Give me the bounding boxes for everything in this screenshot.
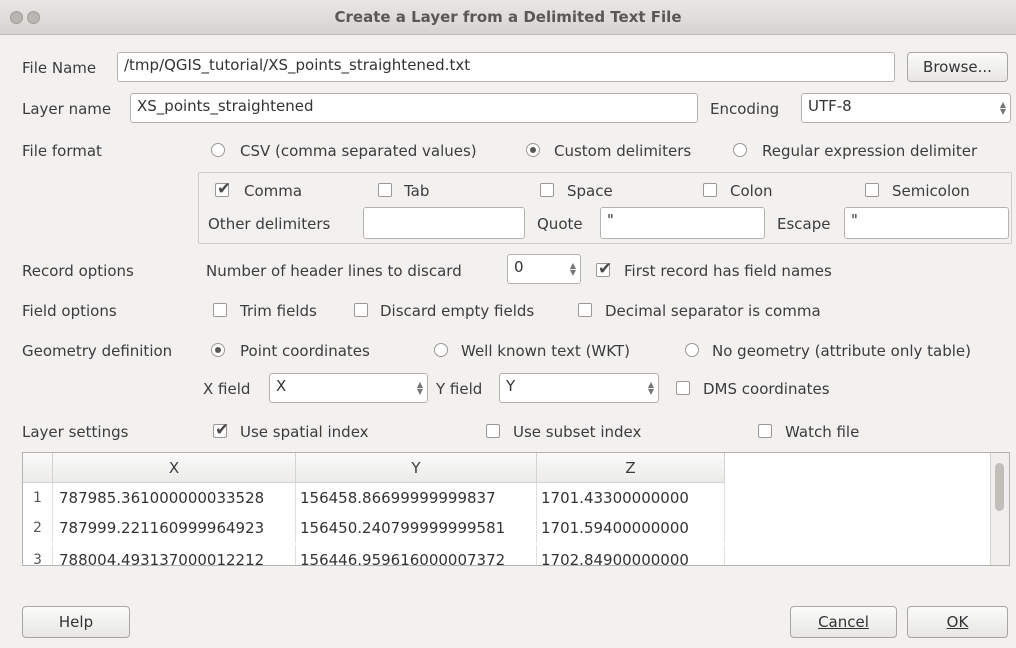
radio-point-coordinates[interactable]: [211, 343, 225, 357]
y-field-select[interactable]: Y ▲ ▼: [499, 373, 659, 403]
preview-table[interactable]: X Y Z 1 787985.361000000033528 156458.86…: [22, 452, 1010, 566]
encoding-label: Encoding: [710, 100, 780, 118]
row-number: 3: [23, 545, 53, 565]
watch-file-label: Watch file: [785, 423, 860, 441]
encoding-select[interactable]: UTF-8 ▲ ▼: [801, 93, 1011, 123]
x-field-select[interactable]: X ▲ ▼: [269, 373, 428, 403]
check-dms-coordinates[interactable]: [676, 381, 690, 395]
file-name-input[interactable]: /tmp/QGIS_tutorial/XS_points_straightene…: [117, 52, 895, 82]
check-comma[interactable]: [215, 179, 231, 199]
cancel-button[interactable]: Cancel: [790, 606, 897, 638]
check-semicolon-label: Semicolon: [892, 182, 970, 200]
geometry-definition-label: Geometry definition: [22, 342, 173, 360]
y-field-value: Y: [506, 377, 516, 395]
check-trim-fields[interactable]: [213, 303, 227, 317]
table-corner: [23, 453, 53, 483]
check-spatial-index[interactable]: [213, 420, 229, 440]
decimal-comma-label: Decimal separator is comma: [605, 302, 821, 320]
updown-arrow-icon: ▲ ▼: [416, 380, 423, 396]
radio-point-coordinates-label: Point coordinates: [240, 342, 370, 360]
trim-fields-label: Trim fields: [240, 302, 317, 320]
dms-coordinates-label: DMS coordinates: [703, 380, 830, 398]
record-options-label: Record options: [22, 262, 134, 280]
radio-no-geometry[interactable]: [685, 343, 699, 357]
check-space-label: Space: [567, 182, 613, 200]
browse-button[interactable]: Browse...: [907, 52, 1008, 82]
column-header-z[interactable]: Z: [537, 453, 725, 483]
check-comma-label: Comma: [244, 182, 303, 200]
radio-no-geometry-label: No geometry (attribute only table): [712, 342, 972, 360]
spatial-index-label: Use spatial index: [240, 423, 369, 441]
y-field-label: Y field: [436, 380, 483, 398]
row-number: 1: [23, 483, 53, 513]
file-format-label: File format: [22, 142, 102, 160]
escape-label: Escape: [777, 215, 831, 233]
cell-y: 156446.959616000007372: [296, 545, 537, 565]
radio-wkt[interactable]: [434, 343, 448, 357]
header-lines-spinbox[interactable]: 0 ▲ ▼: [507, 254, 581, 284]
radio-wkt-label: Well known text (WKT): [461, 342, 630, 360]
radio-csv-label: CSV (comma separated values): [240, 142, 477, 160]
layer-settings-label: Layer settings: [22, 423, 129, 441]
check-colon-label: Colon: [730, 182, 773, 200]
cell-y: 156450.240799999999581: [296, 513, 537, 543]
dialog-window: Create a Layer from a Delimited Text Fil…: [0, 0, 1016, 648]
file-name-label: File Name: [22, 59, 97, 77]
cell-z: 1701.59400000000: [537, 513, 725, 543]
x-field-value: X: [276, 377, 287, 395]
window-title: Create a Layer from a Delimited Text Fil…: [334, 8, 682, 26]
row-number: 2: [23, 513, 53, 543]
check-first-record-field-names[interactable]: [596, 259, 612, 279]
cell-z: 1701.43300000000: [537, 483, 725, 513]
check-decimal-comma[interactable]: [578, 303, 592, 317]
radio-custom-delimiters-label: Custom delimiters: [554, 142, 692, 160]
cell-z: 1702.84900000000: [537, 545, 725, 565]
layer-name-label: Layer name: [22, 100, 112, 118]
discard-empty-label: Discard empty fields: [380, 302, 535, 320]
check-watch-file[interactable]: [758, 424, 772, 438]
radio-csv[interactable]: [211, 143, 225, 157]
check-subset-index[interactable]: [486, 424, 500, 438]
cell-x: 787999.221160999964923: [53, 513, 296, 543]
first-record-label: First record has field names: [624, 262, 832, 280]
layer-name-input[interactable]: XS_points_straightened: [130, 93, 698, 123]
column-header-y[interactable]: Y: [296, 453, 537, 483]
subset-index-label: Use subset index: [513, 423, 642, 441]
other-delimiters-label: Other delimiters: [208, 215, 331, 233]
ok-button[interactable]: OK: [907, 606, 1008, 638]
table-scrollbar[interactable]: [990, 453, 1009, 565]
radio-custom-delimiters[interactable]: [526, 143, 540, 157]
check-tab-label: Tab: [404, 182, 430, 200]
updown-arrow-icon: ▲ ▼: [647, 380, 654, 396]
encoding-value: UTF-8: [808, 97, 852, 115]
check-space[interactable]: [540, 183, 554, 197]
spin-arrow-icon[interactable]: ▲ ▼: [570, 262, 576, 277]
cell-x: 788004.493137000012212: [53, 545, 296, 565]
scrollbar-thumb[interactable]: [995, 463, 1004, 511]
radio-regex-delimiter-label: Regular expression delimiter: [762, 142, 978, 160]
escape-input[interactable]: ": [844, 207, 1009, 239]
check-discard-empty[interactable]: [354, 303, 368, 317]
other-delimiters-input[interactable]: [363, 207, 525, 239]
cell-x: 787985.361000000033528: [53, 483, 296, 513]
cell-y: 156458.86699999999837: [296, 483, 537, 513]
help-button[interactable]: Help: [22, 606, 130, 638]
quote-label: Quote: [537, 215, 583, 233]
column-header-x[interactable]: X: [53, 453, 296, 483]
field-options-label: Field options: [22, 302, 117, 320]
header-lines-label: Number of header lines to discard: [206, 262, 462, 280]
check-tab[interactable]: [378, 183, 392, 197]
check-colon[interactable]: [703, 183, 717, 197]
updown-arrow-icon: ▲ ▼: [999, 100, 1006, 116]
quote-input[interactable]: ": [600, 207, 765, 239]
check-semicolon[interactable]: [865, 183, 879, 197]
radio-regex-delimiter[interactable]: [733, 143, 747, 157]
x-field-label: X field: [203, 380, 251, 398]
header-lines-value: 0: [514, 258, 524, 276]
title-bar: Create a Layer from a Delimited Text Fil…: [0, 0, 1016, 35]
